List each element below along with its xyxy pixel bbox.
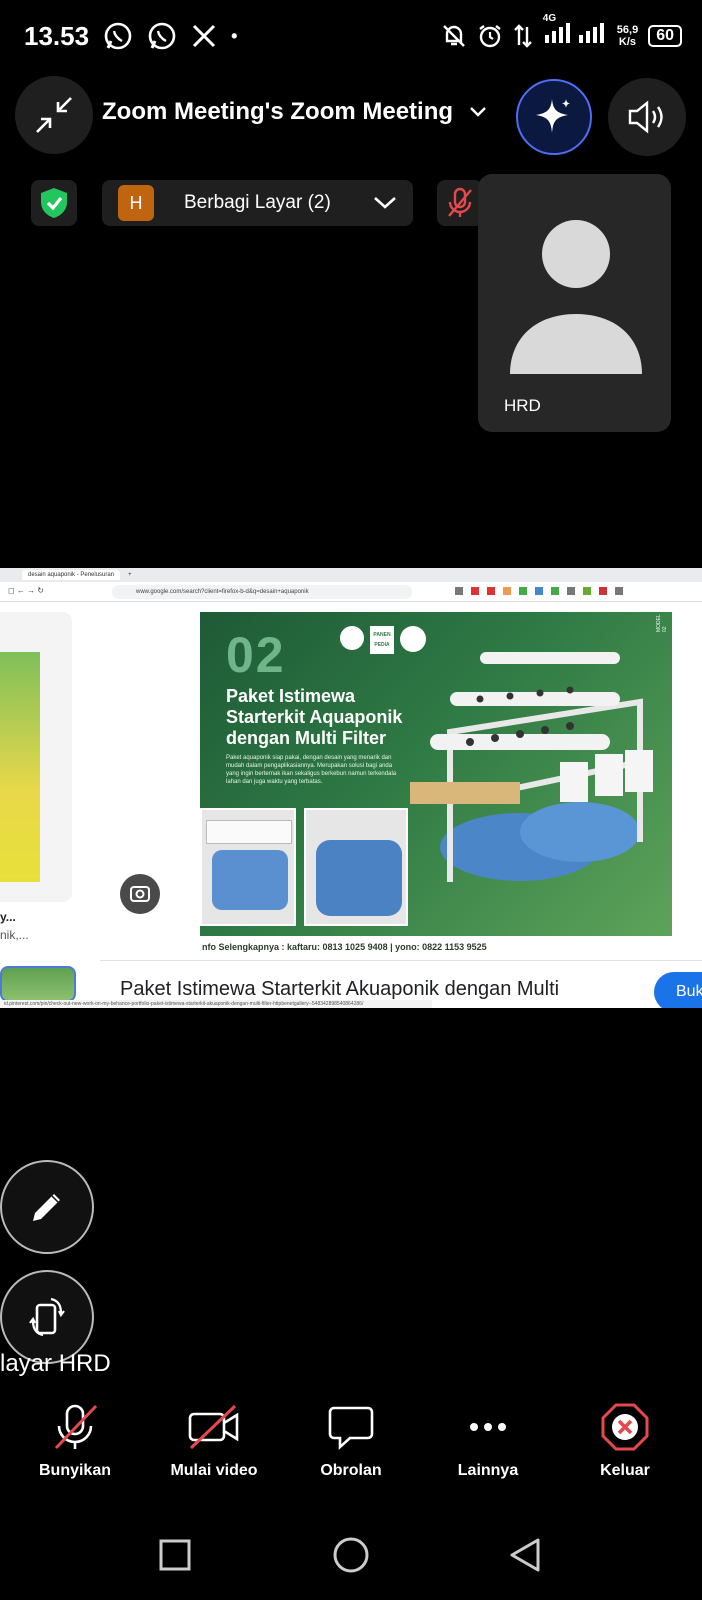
address-bar: www.google.com/search?client=firefox-b-d… [112, 585, 412, 599]
start-video-button[interactable]: Mulai video [154, 1402, 274, 1480]
divider [100, 960, 702, 961]
speaker-icon [628, 100, 663, 134]
partial-result-source: nik,... [0, 928, 29, 942]
browser-toolbar: ◻ ← → ↻ www.google.com/search?client=fir… [0, 582, 702, 602]
participant-name: HRD [504, 396, 541, 415]
screen-owner-caption: layar HRD [0, 1350, 111, 1377]
lens-button [120, 874, 160, 914]
poster-inset-photo-1 [200, 808, 296, 926]
partial-result-title: y... [0, 910, 16, 924]
partial-result-image [0, 652, 40, 882]
poster-inset-photo-2 [304, 808, 408, 926]
security-button[interactable] [31, 180, 77, 226]
leave-x-icon [601, 1403, 649, 1451]
pencil-icon [33, 1194, 60, 1221]
aquaponik-rack-illustration [410, 652, 653, 882]
mic-off-icon [54, 1404, 98, 1450]
recent-apps-icon[interactable] [158, 1538, 192, 1572]
home-icon[interactable] [332, 1536, 370, 1574]
poster-title: Paket Istimewa Starterkit Aquaponik deng… [226, 686, 403, 748]
browser-tab-bar: desain aquaponik - Penelusuran + [0, 568, 702, 582]
system-navigation-bar [0, 1526, 702, 1586]
back-icon[interactable] [508, 1537, 542, 1573]
more-button[interactable]: Lainnya [428, 1402, 548, 1480]
browser-tab: desain aquaponik - Penelusuran [22, 570, 121, 580]
x-icon [193, 24, 216, 48]
shield-check-icon [41, 188, 67, 218]
nav-arrows-icon: ◻ ← → ↻ [8, 586, 45, 595]
chat-bubble-icon [328, 1406, 374, 1450]
alarm-icon [479, 25, 501, 48]
user-placeholder-icon [510, 220, 642, 374]
rotate-icon [29, 1297, 65, 1337]
meeting-title-dropdown[interactable]: Zoom Meeting's Zoom Meeting [102, 98, 487, 126]
extension-icons [455, 587, 623, 595]
unmute-label: Bunyikan [38, 1462, 111, 1479]
poster-model-label: MODEL 02 [656, 614, 668, 632]
partial-result-card [0, 612, 72, 902]
speaker-button[interactable] [608, 78, 686, 156]
meeting-title: Zoom Meeting's Zoom Meeting [102, 98, 454, 125]
chat-label: Obrolan [320, 1462, 382, 1479]
more-dots-icon [470, 1423, 506, 1431]
annotate-button[interactable] [0, 1160, 94, 1254]
chevron-down-icon [374, 197, 396, 209]
status-time: 13.53 [24, 20, 90, 51]
participant-mute-status [437, 180, 483, 226]
status-bar: 13.53 • 4G 56,9 K/s 60 [24, 13, 682, 54]
data-transfer-icon [513, 24, 532, 48]
whatsapp-icon [104, 22, 132, 50]
brand-logo: PANEN PEDIA [370, 626, 394, 654]
shared-screen: desain aquaponik - Penelusuran + ◻ ← → ↻… [0, 568, 702, 1008]
visit-button: Buk [654, 972, 702, 1008]
leave-button[interactable]: Keluar [565, 1402, 685, 1480]
network-type: 4G [542, 13, 557, 24]
chat-button[interactable]: Obrolan [291, 1402, 411, 1480]
notification-dot-icon: • [231, 25, 238, 46]
zoom-meeting-screen: 13.53 • 4G 56,9 K/s 60 Zoom Meeting's Zo… [0, 0, 702, 1600]
camera-lens-icon [130, 886, 150, 902]
whatsapp-business-icon [148, 22, 176, 50]
aquaponik-poster: 02 PANEN PEDIA Paket Istimewa Starterkit… [200, 612, 672, 936]
participant-tile[interactable]: HRD [478, 174, 671, 432]
battery-indicator: 60 [648, 25, 682, 47]
network-speed: 56,9 K/s [616, 24, 639, 48]
more-label: Lainnya [457, 1462, 519, 1479]
poster-footer: nfo Selengkapnya : kaftaru: 0813 1025 94… [200, 936, 672, 958]
minimize-button[interactable] [15, 76, 93, 154]
minimize-arrows-icon [36, 97, 72, 133]
new-tab-icon: + [128, 572, 132, 578]
start-video-label: Mulai video [170, 1462, 258, 1479]
result-title: Paket Istimewa Starterkit Akuaponik deng… [120, 978, 560, 1000]
bell-off-icon [442, 25, 465, 47]
video-off-icon [188, 1404, 239, 1450]
unmute-button[interactable]: Bunyikan [15, 1402, 135, 1480]
meeting-toolbar: Bunyikan Mulai video Obrolan Lainnya Kel… [0, 1402, 702, 1502]
ai-companion-button[interactable] [516, 79, 592, 155]
status-url: id.pinterest.com/pin/check-out-new-work-… [0, 1000, 432, 1008]
mic-off-icon [448, 187, 472, 217]
share-label: Berbagi Layar (2) [184, 192, 331, 213]
poster-number: 02 [226, 627, 286, 683]
chevron-down-icon [470, 107, 486, 117]
leave-label: Keluar [600, 1462, 650, 1479]
signal-icon [544, 23, 604, 43]
poster-description: Paket aquaponik siap pakai, dengan desai… [226, 755, 397, 785]
partial-result-thumbnail [0, 966, 76, 1002]
avatar: H [118, 185, 154, 221]
sparkle-icon [536, 99, 570, 133]
share-screen-selector[interactable]: H Berbagi Layar (2) [102, 180, 413, 226]
